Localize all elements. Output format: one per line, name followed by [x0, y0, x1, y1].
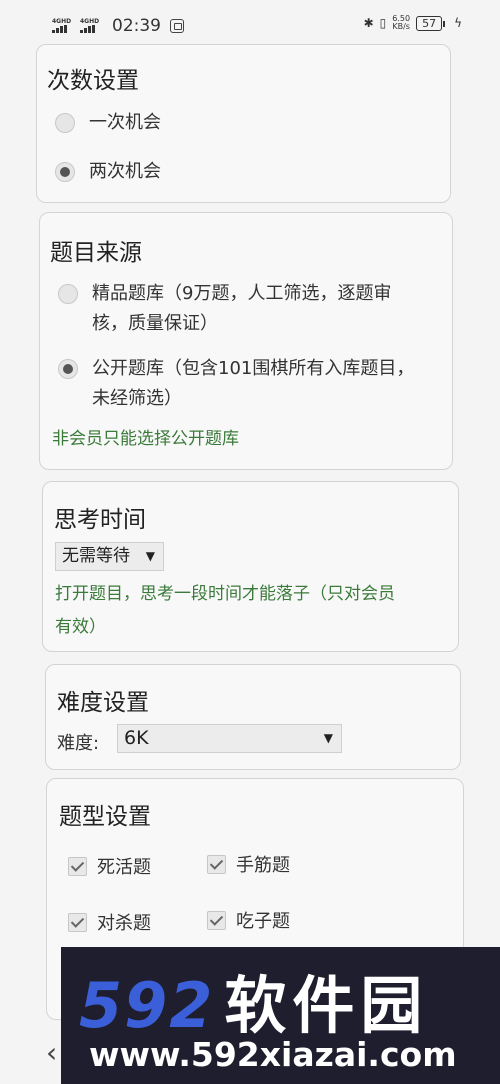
- source-option-premium[interactable]: 精品题库（9万题，人工筛选，逐题审 核，质量保证）: [58, 279, 391, 339]
- source-option-public-label-1: 公开题库（包含101围棋所有入库题目，: [92, 358, 415, 379]
- thinking-note-line-2: 有效）: [55, 617, 106, 637]
- source-card: 题目来源 精品题库（9万题，人工筛选，逐题审 核，质量保证） 公开题库（包含10…: [39, 212, 453, 470]
- type-capture-race-label: 对杀题: [97, 913, 151, 934]
- thinking-title: 思考时间: [54, 507, 146, 533]
- difficulty-label: 难度:: [57, 733, 100, 754]
- source-option-public[interactable]: 公开题库（包含101围棋所有入库题目， 未经筛选）: [58, 354, 414, 414]
- source-option-premium-label-1: 精品题库（9万题，人工筛选，逐题审: [92, 283, 392, 304]
- difficulty-card: 难度设置 难度: 6K ▼: [45, 664, 461, 770]
- watermark-logo-number: 592: [79, 969, 215, 1042]
- source-title: 题目来源: [50, 240, 142, 266]
- thinking-time-select[interactable]: 无需等待 ▼: [55, 542, 164, 571]
- type-capture-stones[interactable]: 吃子题: [207, 907, 290, 933]
- attempts-option-twice[interactable]: 两次机会: [55, 157, 161, 187]
- watermark-logo: 592 软件园: [79, 955, 428, 1045]
- status-bar: 4GHD 4GHD 02:39 ✱ ▯ 6.50 KB/s 57 ϟ: [0, 0, 500, 48]
- clock: 02:39: [112, 16, 161, 36]
- type-tesuji[interactable]: 手筋题: [207, 851, 290, 877]
- radio-twice[interactable]: [55, 162, 75, 182]
- charging-icon: ϟ: [454, 16, 462, 30]
- radio-public[interactable]: [58, 359, 78, 379]
- source-option-premium-label-2: 核，质量保证）: [92, 313, 218, 334]
- difficulty-value: 6K: [124, 727, 149, 749]
- thinking-time-value: 无需等待: [62, 546, 130, 566]
- app-notification-icon: [170, 19, 184, 33]
- thinking-card: 思考时间 无需等待 ▼ 打开题目，思考一段时间才能落子（只对会员 有效）: [42, 481, 459, 652]
- checkbox-capture-race[interactable]: [68, 912, 87, 932]
- battery-icon: 57: [416, 15, 446, 31]
- attempts-option-twice-label: 两次机会: [89, 161, 161, 182]
- attempts-option-once[interactable]: 一次机会: [55, 108, 161, 138]
- network-speed-unit: KB/s: [392, 22, 410, 31]
- type-capture-stones-label: 吃子题: [236, 911, 290, 932]
- back-arrow-icon[interactable]: ‹: [46, 1036, 57, 1069]
- radio-once[interactable]: [55, 113, 75, 133]
- type-life-death-label: 死活题: [97, 857, 151, 878]
- type-tesuji-label: 手筋题: [236, 855, 290, 876]
- difficulty-title: 难度设置: [57, 690, 149, 716]
- dropdown-arrow-icon: ▼: [145, 549, 155, 563]
- checkbox-life-death[interactable]: [68, 856, 87, 876]
- difficulty-select[interactable]: 6K ▼: [117, 724, 342, 753]
- attempts-option-once-label: 一次机会: [89, 112, 161, 133]
- signal-1-icon: 4GHD: [52, 19, 76, 33]
- attempts-title: 次数设置: [47, 68, 139, 94]
- attempts-card: 次数设置 一次机会 两次机会: [36, 44, 451, 203]
- thinking-note-line-1: 打开题目，思考一段时间才能落子（只对会员: [55, 584, 395, 604]
- source-option-public-label-2: 未经筛选）: [92, 388, 182, 409]
- dropdown-arrow-icon: ▼: [323, 731, 333, 745]
- battery-level: 57: [422, 16, 437, 30]
- checkbox-tesuji[interactable]: [207, 854, 226, 874]
- network-speed: 6.50 KB/s: [392, 15, 410, 31]
- signal-2-icon: 4GHD: [80, 19, 104, 33]
- checkbox-capture-stones[interactable]: [207, 910, 226, 930]
- bluetooth-icon: ✱: [363, 16, 374, 30]
- radio-premium[interactable]: [58, 284, 78, 304]
- watermark-banner: 592 软件园 www.592xiazai.com: [61, 947, 500, 1084]
- types-title: 题型设置: [59, 804, 151, 830]
- type-capture-race[interactable]: 对杀题: [68, 909, 151, 935]
- type-life-death[interactable]: 死活题: [68, 853, 151, 879]
- watermark-url: www.592xiazai.com: [89, 1035, 457, 1074]
- vibrate-icon: ▯: [379, 16, 387, 30]
- thinking-note: 打开题目，思考一段时间才能落子（只对会员 有效）: [55, 578, 395, 644]
- source-note: 非会员只能选择公开题库: [52, 429, 239, 449]
- watermark-logo-text: 软件园: [224, 969, 429, 1042]
